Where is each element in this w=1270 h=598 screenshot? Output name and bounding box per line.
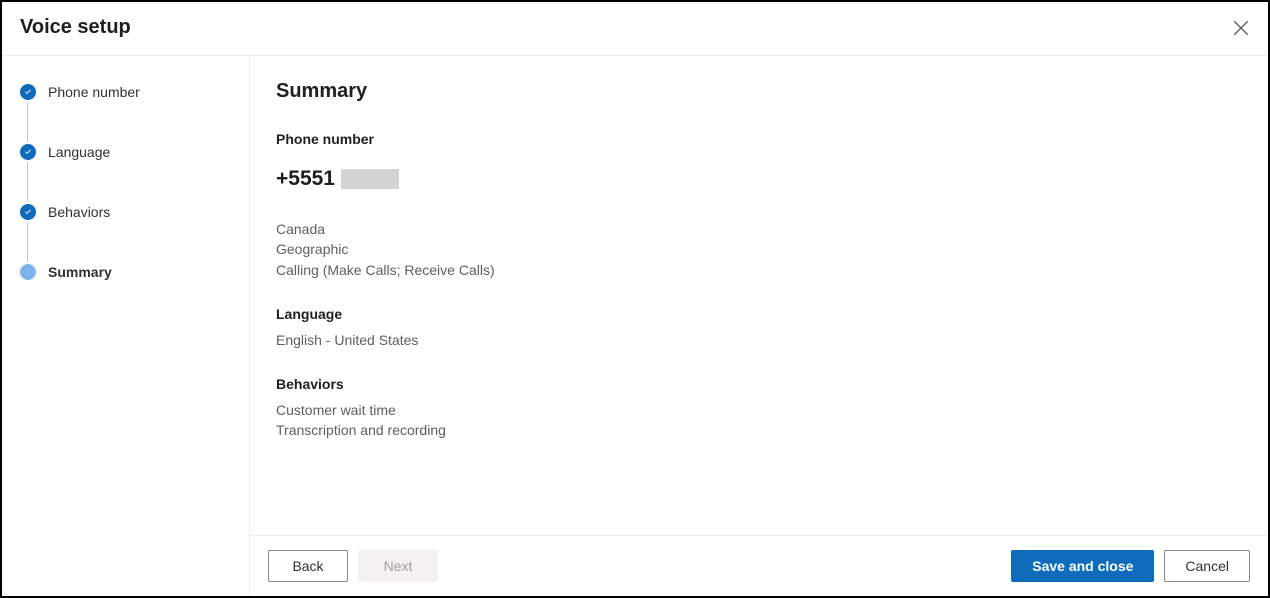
step-connector xyxy=(27,102,28,142)
phone-type: Geographic xyxy=(276,239,1242,259)
step-connector xyxy=(27,162,28,202)
checkmark-icon xyxy=(20,84,36,100)
dialog-footer: Back Next Save and close Cancel xyxy=(250,535,1268,596)
page-title: Summary xyxy=(276,80,1242,103)
step-behaviors[interactable]: Behaviors xyxy=(20,204,231,264)
language-value: English - United States xyxy=(276,330,1242,350)
step-label: Behaviors xyxy=(48,204,110,220)
phone-number-row: +5551 xyxy=(276,167,1242,191)
phone-features: Calling (Make Calls; Receive Calls) xyxy=(276,260,1242,280)
footer-right-group: Save and close Cancel xyxy=(1011,550,1250,582)
behaviors-section-heading: Behaviors xyxy=(276,376,1242,392)
behaviors-details-block: Customer wait time Transcription and rec… xyxy=(276,400,1242,441)
main-panel: Summary Phone number +5551 Canada Geogra… xyxy=(250,56,1268,596)
checkmark-icon xyxy=(20,144,36,160)
close-icon[interactable] xyxy=(1232,19,1250,37)
phone-number-value: +5551 xyxy=(276,167,335,191)
behavior-item: Transcription and recording xyxy=(276,420,1242,440)
dialog-body: Phone number Language Behaviors Summary … xyxy=(2,56,1268,596)
phone-details-block: Canada Geographic Calling (Make Calls; R… xyxy=(276,219,1242,280)
back-button[interactable]: Back xyxy=(268,550,348,582)
next-button: Next xyxy=(358,550,438,582)
step-summary[interactable]: Summary xyxy=(20,264,231,280)
step-label: Language xyxy=(48,144,110,160)
phone-section-heading: Phone number xyxy=(276,131,1242,147)
step-phone-number[interactable]: Phone number xyxy=(20,84,231,144)
behavior-item: Customer wait time xyxy=(276,400,1242,420)
dialog-header: Voice setup xyxy=(2,2,1268,56)
phone-country: Canada xyxy=(276,219,1242,239)
language-details-block: English - United States xyxy=(276,330,1242,350)
phone-number-redacted xyxy=(341,169,399,189)
step-label: Summary xyxy=(48,264,112,280)
footer-left-group: Back Next xyxy=(268,550,438,582)
checkmark-icon xyxy=(20,204,36,220)
step-language[interactable]: Language xyxy=(20,144,231,204)
summary-content: Summary Phone number +5551 Canada Geogra… xyxy=(250,56,1268,535)
current-step-icon xyxy=(20,264,36,280)
cancel-button[interactable]: Cancel xyxy=(1164,550,1250,582)
save-and-close-button[interactable]: Save and close xyxy=(1011,550,1154,582)
language-section-heading: Language xyxy=(276,306,1242,322)
wizard-steps-sidebar: Phone number Language Behaviors Summary xyxy=(2,56,250,596)
dialog-title: Voice setup xyxy=(20,16,131,39)
step-label: Phone number xyxy=(48,84,140,100)
step-connector xyxy=(27,222,28,262)
